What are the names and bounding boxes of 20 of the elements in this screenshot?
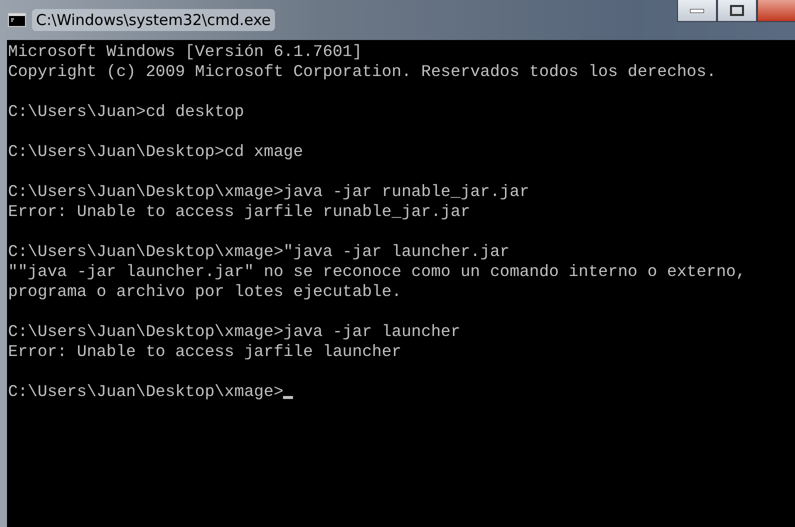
text-cursor: [283, 396, 294, 399]
console-line: C:\Users\Juan\Desktop>cd xmage: [8, 142, 304, 162]
maximize-button[interactable]: [717, 0, 757, 22]
console-line: C:\Users\Juan\Desktop\xmage>java -jar runable_jar.jar: [8, 182, 530, 202]
console-line: C:\Users\Juan\Desktop\xmage>: [8, 382, 284, 402]
console-line: C:\Users\Juan\Desktop\xmage>"java -jar launcher.jar: [8, 242, 510, 262]
close-button[interactable]: [757, 0, 795, 22]
maximize-icon: [730, 5, 744, 16]
console-line: Error: Unable to access jarfile launcher: [8, 342, 402, 362]
console-line: Microsoft Windows [Versión 6.1.7601]: [8, 42, 362, 62]
minimize-button[interactable]: [677, 0, 717, 22]
console-line: C:\Users\Juan>cd desktop: [8, 102, 244, 122]
minimize-icon: [690, 8, 704, 12]
console-line: programa o archivo por lotes ejecutable.: [8, 282, 402, 302]
console-line: Error: Unable to access jarfile runable_jar.jar: [8, 202, 470, 222]
console-line: C:\Users\Juan\Desktop\xmage>java -jar launcher: [8, 322, 460, 342]
window-title: C:\Windows\system32\cmd.exe: [32, 9, 275, 31]
console-app-icon: [8, 13, 26, 27]
console-line: Copyright (c) 2009 Microsoft Corporation. Reservados todos los derechos.: [8, 62, 716, 82]
console-line: ""java -jar launcher.jar" no se reconoce como un comando interno o externo,: [8, 262, 746, 282]
